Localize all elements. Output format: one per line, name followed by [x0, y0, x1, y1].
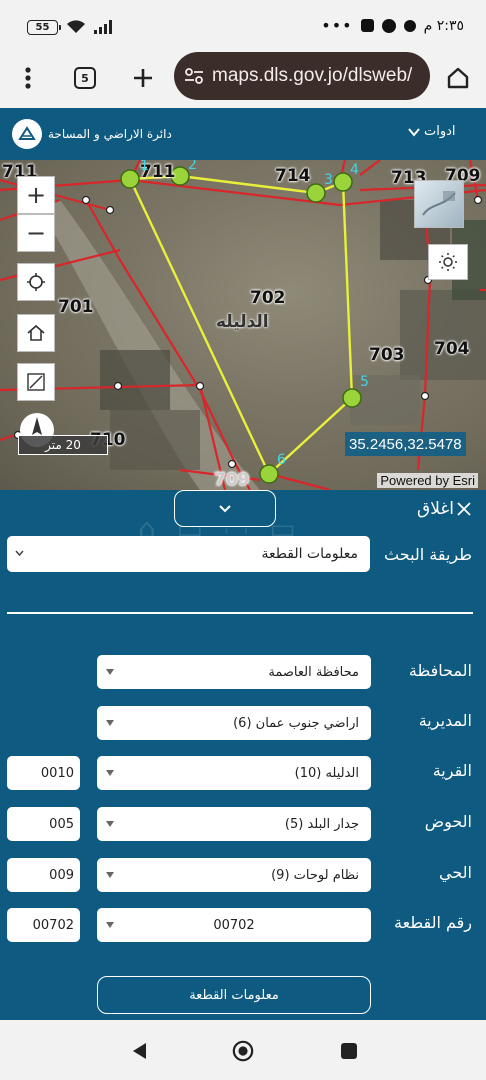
directorate-select[interactable]: اراضي جنوب عمان (6) [97, 706, 371, 740]
signal-icon [94, 20, 112, 34]
zoom-in-icon[interactable]: + [17, 176, 55, 214]
browser-menu-icon[interactable] [10, 60, 46, 96]
village-value: الدليله (10) [294, 765, 359, 781]
measure-icon[interactable] [17, 363, 55, 401]
basin-code-input[interactable]: 005 [7, 807, 80, 841]
field-label-governorate: المحافظة [408, 661, 472, 680]
dropdown-caret-icon [106, 872, 114, 878]
site-settings-icon[interactable] [184, 67, 204, 85]
battery-icon: 55 [27, 19, 61, 35]
home-nav-icon[interactable] [232, 1040, 254, 1062]
parcel-label: 701 [58, 297, 94, 317]
village-name-label: الدليله [216, 312, 269, 332]
search-method-select[interactable]: معلومات القطعة [7, 536, 370, 572]
tools-menu[interactable]: ادوات [408, 124, 456, 139]
wifi-icon [67, 20, 85, 33]
home-browser-icon[interactable] [440, 60, 476, 96]
governorate-select[interactable]: محافظة العاصمة [97, 655, 371, 689]
url-text: maps.dls.gov.jo/dlsweb/ [212, 65, 413, 86]
battery-level: 55 [35, 21, 50, 33]
governorate-value: محافظة العاصمة [268, 664, 359, 680]
parcel-number-input[interactable]: 00702 [7, 908, 80, 942]
vertex-label: 2 [188, 160, 197, 173]
parcel-number-value: 00702 [213, 917, 255, 933]
search-method-label: طريقة البحث [384, 545, 472, 564]
dropdown-caret-icon [106, 770, 114, 776]
brightness-icon[interactable] [428, 244, 468, 280]
parcel-number-select[interactable]: 00702 [97, 908, 371, 942]
back-icon[interactable] [128, 1040, 150, 1062]
chat-icon [403, 19, 416, 32]
basemap-icon[interactable] [414, 180, 464, 228]
tools-label: ادوات [424, 124, 456, 139]
dropdown-caret-icon [106, 720, 114, 726]
search-method-value: معلومات القطعة [261, 546, 359, 562]
esri-attribution: Powered by Esri [377, 473, 478, 488]
chevron-down-icon [408, 127, 420, 137]
parcel-info-button[interactable]: معلومات القطعة [97, 976, 371, 1014]
scale-bar: 20 متر [18, 435, 108, 455]
dls-logo-icon [12, 119, 42, 149]
address-bar[interactable]: maps.dls.gov.jo/dlsweb/ [174, 52, 430, 100]
basin-select[interactable]: جدار البلد (5) [97, 807, 371, 841]
parcel-label: 709 [214, 470, 250, 490]
system-nav-bar [0, 1020, 486, 1080]
chevron-down-icon [219, 504, 231, 512]
parcel-info-label: معلومات القطعة [189, 987, 279, 1003]
basin-value: جدار البلد (5) [284, 816, 359, 832]
tab-count: 5 [74, 67, 96, 89]
directorate-value: اراضي جنوب عمان (6) [233, 715, 359, 731]
dropdown-caret-icon [106, 821, 114, 827]
field-label-neighborhood: الحي [439, 863, 472, 882]
field-label-parcel-number: رقم القطعة [394, 913, 472, 932]
notification-square-icon [360, 19, 374, 32]
parcel-label: 714 [275, 166, 311, 186]
recents-icon[interactable] [338, 1040, 360, 1062]
map-view[interactable]: 711 711 714 713 709 701 702 703 704 710 … [0, 160, 486, 490]
zoom-out-icon[interactable]: − [17, 214, 55, 252]
dropdown-caret-icon [106, 922, 114, 928]
neighborhood-select[interactable]: نظام لوحات (9) [97, 858, 371, 892]
new-tab-icon[interactable] [125, 60, 161, 96]
status-left: 55 [27, 19, 114, 35]
tabs-button[interactable]: 5 [67, 60, 103, 96]
vertex-label: 3 [324, 172, 333, 188]
scale-text: 20 متر [45, 438, 81, 452]
more-dots-icon: ••• [321, 16, 353, 35]
field-label-basin: الحوض [424, 812, 472, 831]
status-bar: 55 ••• ٢:٣٥ م [0, 0, 486, 50]
status-time: ٢:٣٥ م [423, 17, 464, 34]
home-icon[interactable] [17, 314, 55, 352]
neighborhood-value: نظام لوحات (9) [271, 867, 359, 883]
status-right: ••• ٢:٣٥ م [321, 16, 464, 35]
locate-icon[interactable] [17, 263, 55, 301]
field-label-directorate: المديرية [418, 711, 472, 730]
brand-name: دائرة الاراضي و المساحة [48, 127, 172, 141]
app-header: دائرة الاراضي و المساحة ادوات [0, 108, 486, 160]
parcel-label: 703 [369, 345, 405, 365]
village-code-input[interactable]: 0010 [7, 756, 80, 790]
close-label: اغلاق [417, 499, 454, 519]
messenger-icon [381, 18, 396, 33]
brand[interactable]: دائرة الاراضي و المساحة [12, 119, 172, 149]
close-icon [457, 502, 471, 516]
close-panel-button[interactable]: اغلاق [417, 499, 472, 519]
divider [7, 612, 473, 614]
vertex-label: 5 [360, 374, 369, 390]
vertex-label: 1 [140, 160, 149, 174]
vertex-label: 6 [277, 452, 286, 468]
neighborhood-code-input[interactable]: 009 [7, 858, 80, 892]
field-label-village: القرية [432, 761, 472, 780]
parcel-label: 702 [250, 288, 286, 308]
vertex-label: 4 [350, 162, 359, 178]
chevron-down-icon [15, 550, 24, 556]
parcel-label: 704 [434, 339, 470, 359]
coordinates-readout: 35.2456,32.5478 [345, 432, 466, 456]
browser-toolbar: 5 maps.dls.gov.jo/dlsweb/ [0, 50, 486, 108]
dropdown-caret-icon [106, 669, 114, 675]
search-panel: ⌂ ▭ ◌ ▭ اغلاق طريقة البحث معلومات القطعة… [0, 490, 486, 1020]
collapse-panel-button[interactable] [174, 490, 276, 527]
village-select[interactable]: الدليله (10) [97, 756, 371, 790]
